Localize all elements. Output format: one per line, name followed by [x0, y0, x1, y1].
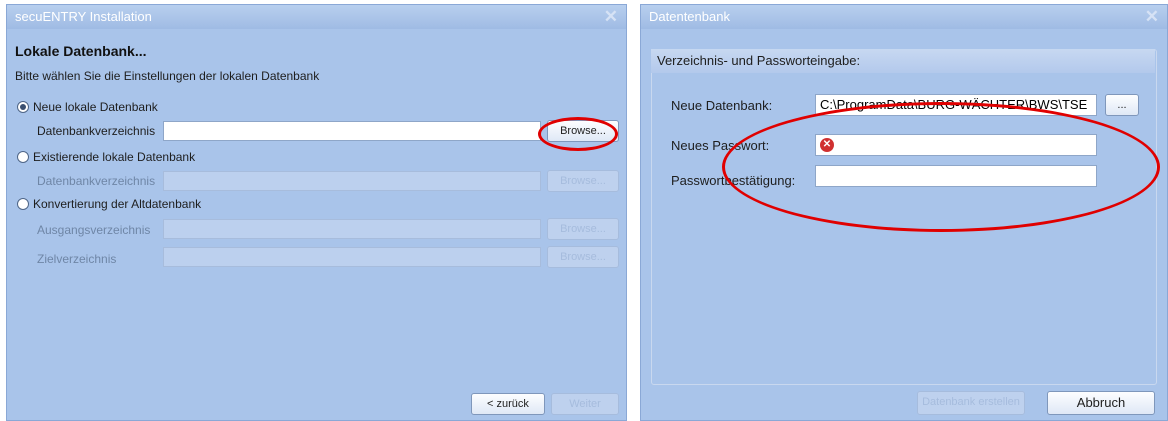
radio-new-db[interactable] — [17, 101, 29, 113]
radio-convert-db-label: Konvertierung der Altdatenbank — [33, 197, 202, 211]
annotation-oval-browse — [538, 117, 618, 151]
target-dir-label: Zielverzeichnis — [37, 252, 117, 266]
source-dir-label: Ausgangsverzeichnis — [37, 223, 151, 237]
installation-window: secuENTRY Installation ✕ Lokale Datenban… — [6, 4, 627, 421]
close-icon[interactable]: ✕ — [604, 5, 618, 29]
group-title: Verzeichnis- und Passworteingabe: — [657, 53, 861, 68]
annotation-oval-password — [722, 102, 1160, 232]
page-subtitle: Bitte wählen Sie die Einstellungen der l… — [15, 69, 320, 83]
source-dir-input[interactable] — [163, 219, 541, 239]
cancel-button[interactable]: Abbruch — [1047, 391, 1155, 415]
radio-convert-db[interactable] — [17, 198, 29, 210]
radio-existing-db[interactable] — [17, 151, 29, 163]
window-title: secuENTRY Installation — [15, 9, 152, 24]
next-button[interactable]: Weiter — [551, 393, 619, 415]
db-dir-label: Datenbankverzeichnis — [37, 124, 156, 138]
page-heading: Lokale Datenbank... — [15, 43, 147, 59]
db-dir-input[interactable] — [163, 121, 541, 141]
group-header: Verzeichnis- und Passworteingabe: — [651, 49, 1155, 73]
radio-existing-db-label: Existierende lokale Datenbank — [33, 150, 196, 164]
radio-new-db-label: Neue lokale Datenbank — [33, 100, 158, 114]
browse-existing-button[interactable]: Browse... — [547, 170, 619, 192]
db-label: Neue Datenbank: — [671, 98, 773, 113]
existing-dir-label: Datenbankverzeichnis — [37, 174, 156, 188]
window-title: Datentenbank — [649, 9, 730, 24]
back-button[interactable]: < zurück — [471, 393, 545, 415]
browse-dots-button[interactable]: ... — [1105, 94, 1139, 116]
close-icon[interactable]: ✕ — [1145, 5, 1159, 29]
target-dir-input[interactable] — [163, 247, 541, 267]
browse-source-button[interactable]: Browse... — [547, 218, 619, 240]
title-bar: secuENTRY Installation ✕ — [7, 5, 626, 29]
create-button[interactable]: Datenbank erstellen — [917, 391, 1025, 415]
title-bar: Datentenbank ✕ — [641, 5, 1167, 29]
existing-dir-input[interactable] — [163, 171, 541, 191]
browse-target-button[interactable]: Browse... — [547, 246, 619, 268]
